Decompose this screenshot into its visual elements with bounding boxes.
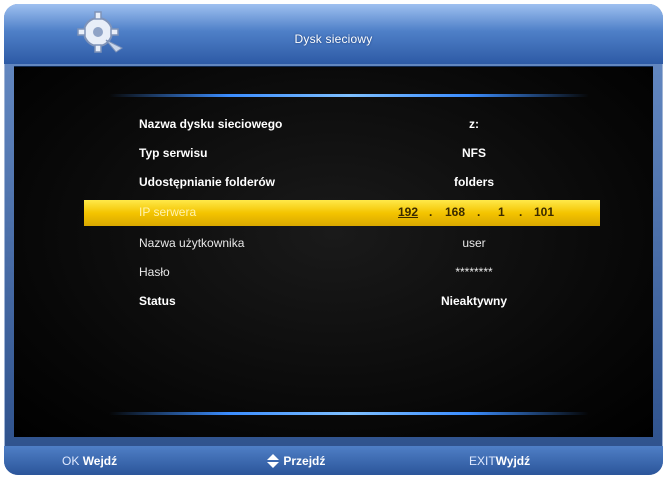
setting-value: ********: [455, 265, 493, 279]
ok-hint[interactable]: OK Wejdź: [62, 454, 117, 468]
setting-row-drive-name[interactable]: Nazwa dysku sieciowego z:: [84, 112, 600, 138]
footer-bar: OK Wejdź Przejdź EXITWyjdź: [4, 446, 663, 475]
exit-hint[interactable]: EXITWyjdź: [469, 454, 530, 468]
ip-octet-3[interactable]: 1: [498, 205, 505, 219]
setting-value: NFS: [462, 146, 486, 160]
ip-dot: .: [519, 205, 523, 219]
setting-row-status[interactable]: Status Nieaktywny: [84, 289, 600, 315]
setting-label: Nazwa użytkownika: [139, 236, 245, 250]
menu-window: Dysk sieciowy Nazwa dysku sieciowego z: …: [4, 4, 663, 475]
divider-top: [109, 94, 589, 97]
navigate-hint[interactable]: Przejdź: [266, 454, 325, 468]
ip-octet-2[interactable]: 168: [445, 205, 465, 219]
setting-label: Status: [139, 294, 176, 308]
setting-label: Nazwa dysku sieciowego: [139, 117, 283, 131]
ok-action-label: Wejdź: [82, 454, 118, 468]
setting-row-shared-folders[interactable]: Udostępnianie folderów folders: [84, 170, 600, 196]
setting-value: z:: [469, 117, 479, 131]
setting-value: folders: [453, 175, 494, 189]
exit-key-label: EXIT: [469, 454, 496, 468]
ip-octet-1[interactable]: 192: [398, 205, 418, 219]
divider-bottom: [109, 412, 589, 415]
exit-action-label: Wyjdź: [495, 454, 531, 468]
ip-dot: .: [429, 205, 433, 219]
ip-octet-4[interactable]: 101: [534, 205, 554, 219]
setting-label: Typ serwisu: [139, 146, 208, 160]
setting-label: Hasło: [139, 265, 170, 279]
ok-key-label: OK: [62, 454, 80, 468]
setting-value: user: [462, 236, 486, 250]
page-title: Dysk sieciowy: [294, 32, 373, 46]
setting-row-username[interactable]: Nazwa użytkownika user: [84, 231, 600, 257]
setting-label: Udostępnianie folderów: [139, 175, 276, 189]
settings-panel: Nazwa dysku sieciowego z: Typ serwisu NF…: [14, 66, 653, 437]
ip-dot: .: [477, 205, 481, 219]
header-bar: Dysk sieciowy: [4, 4, 663, 64]
navigate-action-label: Przejdź: [283, 454, 326, 468]
setting-label: IP serwera: [139, 205, 197, 219]
setting-row-password[interactable]: Hasło ********: [84, 260, 600, 286]
setting-row-service-type[interactable]: Typ serwisu NFS: [84, 141, 600, 167]
setting-row-server-ip[interactable]: IP serwera 192 . 168 . 1 . 101: [84, 200, 600, 226]
setting-value: Nieaktywny: [440, 294, 508, 308]
up-down-arrows-icon: [266, 454, 280, 468]
